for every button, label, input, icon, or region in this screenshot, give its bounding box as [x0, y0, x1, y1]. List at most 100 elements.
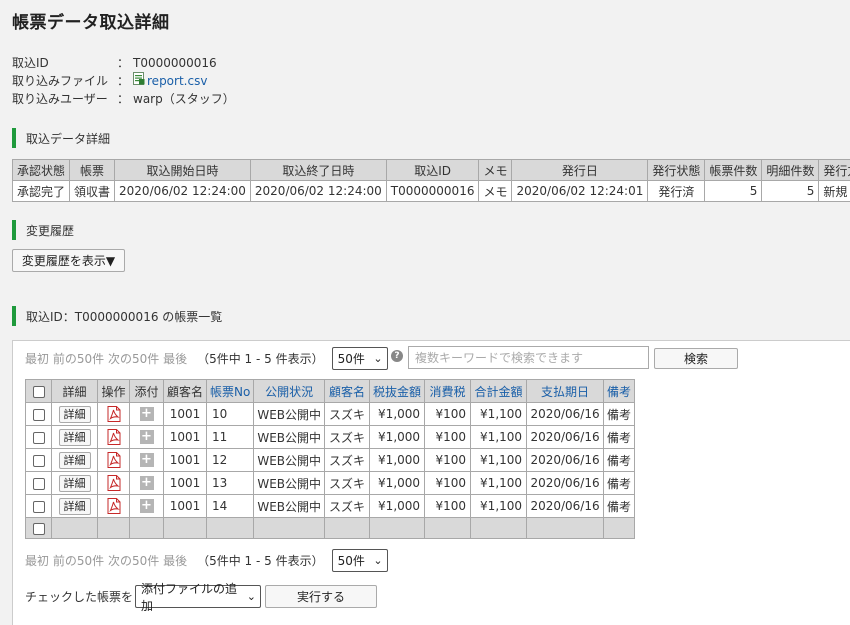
- table-row: 詳細+100112WEB公開中スズキ¥1,000¥100¥1,1002020/0…: [26, 449, 635, 472]
- bulk-action-label: チェックした帳票を: [25, 588, 133, 605]
- detail-button[interactable]: 詳細: [59, 452, 91, 469]
- meta-label: 取込ID: [12, 54, 117, 72]
- sort-header-note[interactable]: 備考: [604, 380, 635, 403]
- attachment-cell: +: [130, 426, 164, 449]
- footer-cell: [325, 518, 370, 539]
- detail-button[interactable]: 詳細: [59, 429, 91, 446]
- add-attachment-icon[interactable]: +: [140, 430, 154, 444]
- tax: ¥100: [425, 403, 471, 426]
- footer-cell: [425, 518, 471, 539]
- import-meta: 取込ID ： T0000000016 取り込みファイル ： report.csv…: [12, 54, 235, 108]
- column-header: メモ: [479, 160, 512, 181]
- customer-name: スズキ: [325, 403, 370, 426]
- pdf-icon[interactable]: [107, 406, 121, 422]
- sort-header-total[interactable]: 合計金額: [471, 380, 527, 403]
- row-checkbox[interactable]: [33, 409, 45, 421]
- sort-header-customer[interactable]: 顧客名: [325, 380, 370, 403]
- pager-first: 最初: [25, 350, 49, 367]
- detail-button[interactable]: 詳細: [59, 475, 91, 492]
- sort-header-subtotal[interactable]: 税抜金額: [370, 380, 425, 403]
- report-no: 10: [207, 403, 254, 426]
- customer-code: 1001: [164, 426, 207, 449]
- total: ¥1,100: [471, 495, 527, 518]
- section-heading-detail: 取込データ詳細: [12, 128, 110, 148]
- note: 備考: [604, 426, 635, 449]
- row-checkbox[interactable]: [33, 478, 45, 490]
- search-button[interactable]: 検索: [654, 348, 738, 369]
- column-header: 操作: [98, 380, 130, 403]
- add-attachment-icon[interactable]: +: [140, 476, 154, 490]
- detail-cell: 詳細: [52, 426, 98, 449]
- row-checkbox[interactable]: [33, 432, 45, 444]
- footer-cell: [370, 518, 425, 539]
- page-title: 帳票データ取込詳細: [12, 8, 170, 33]
- sort-header-tax[interactable]: 消費税: [425, 380, 471, 403]
- pager-prev: 前の50件: [53, 350, 104, 367]
- due-date: 2020/06/16: [527, 495, 604, 518]
- select-all-checkbox[interactable]: [33, 386, 45, 398]
- search-input[interactable]: [408, 346, 649, 369]
- customer-code: 1001: [164, 472, 207, 495]
- report-no: 11: [207, 426, 254, 449]
- column-header: 発行方法: [819, 160, 850, 181]
- row-checkbox[interactable]: [33, 455, 45, 467]
- pdf-icon[interactable]: [107, 429, 121, 445]
- add-attachment-icon[interactable]: +: [140, 407, 154, 421]
- tax: ¥100: [425, 472, 471, 495]
- meta-label: 取り込みファイル: [12, 72, 117, 90]
- show-history-button[interactable]: 変更履歴を表示▼: [12, 249, 125, 272]
- attachment-cell: +: [130, 403, 164, 426]
- note: 備考: [604, 495, 635, 518]
- operation-cell: [98, 403, 130, 426]
- subtotal: ¥1,000: [370, 449, 425, 472]
- bulk-action-select[interactable]: 添付ファイルの追加⌄: [135, 585, 261, 608]
- detail-cell: 詳細: [52, 403, 98, 426]
- chevron-down-icon: ⌄: [373, 352, 382, 365]
- row-checkbox-cell: [26, 426, 52, 449]
- pdf-icon[interactable]: [107, 498, 121, 514]
- import-id: T0000000016: [386, 181, 479, 202]
- customer-name: スズキ: [325, 495, 370, 518]
- row-checkbox-cell: [26, 472, 52, 495]
- sort-header-publish-status[interactable]: 公開状況: [254, 380, 325, 403]
- meta-row-import-id: 取込ID ： T0000000016: [12, 54, 235, 72]
- sort-header-report-no[interactable]: 帳票No: [207, 380, 254, 403]
- customer-code: 1001: [164, 403, 207, 426]
- attachment-cell: +: [130, 495, 164, 518]
- issue-method: 新規: [819, 181, 850, 202]
- select-all-checkbox[interactable]: [33, 523, 45, 535]
- operation-cell: [98, 449, 130, 472]
- help-icon[interactable]: ?: [391, 350, 403, 362]
- column-header: 発行日: [512, 160, 648, 181]
- per-page-select[interactable]: 50件⌄: [332, 549, 388, 572]
- operation-cell: [98, 426, 130, 449]
- detail-button[interactable]: 詳細: [59, 498, 91, 515]
- footer-cell: [254, 518, 325, 539]
- per-page-select[interactable]: 50件⌄: [332, 347, 388, 370]
- detail-button[interactable]: 詳細: [59, 406, 91, 423]
- run-button[interactable]: 実行する: [265, 585, 377, 608]
- pdf-icon[interactable]: [107, 475, 121, 491]
- tax: ¥100: [425, 495, 471, 518]
- note: 備考: [604, 403, 635, 426]
- section-marker: [12, 128, 16, 148]
- column-header: 帳票件数: [705, 160, 762, 181]
- select-all-footer: [26, 518, 52, 539]
- publish-status: WEB公開中: [254, 472, 325, 495]
- footer-cell: [52, 518, 98, 539]
- import-end: 2020/06/02 12:24:00: [250, 181, 386, 202]
- file-link[interactable]: report.csv: [147, 72, 207, 90]
- add-attachment-icon[interactable]: +: [140, 499, 154, 513]
- chevron-down-icon: ⌄: [373, 554, 382, 567]
- chevron-down-icon: ⌄: [247, 590, 256, 603]
- add-attachment-icon[interactable]: +: [140, 453, 154, 467]
- pager-first: 最初: [25, 552, 49, 569]
- issue-date: 2020/06/02 12:24:01: [512, 181, 648, 202]
- column-header: 取込開始日時: [115, 160, 251, 181]
- table-header-row: 承認状態 帳票 取込開始日時 取込終了日時 取込ID メモ 発行日 発行状態 帳…: [13, 160, 850, 181]
- column-header: 詳細: [52, 380, 98, 403]
- pdf-icon[interactable]: [107, 452, 121, 468]
- table-row: 承認完了 領収書 2020/06/02 12:24:00 2020/06/02 …: [13, 181, 850, 202]
- row-checkbox[interactable]: [33, 501, 45, 513]
- sort-header-due-date[interactable]: 支払期日: [527, 380, 604, 403]
